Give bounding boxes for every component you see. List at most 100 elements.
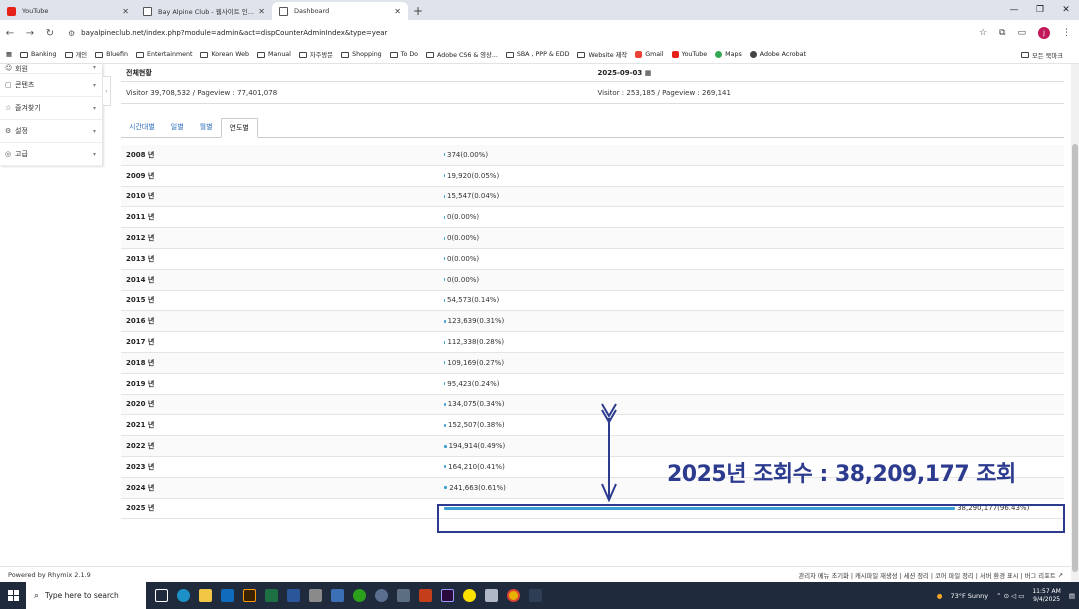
file-explorer-icon[interactable] <box>194 582 216 609</box>
chrome-icon[interactable] <box>502 582 524 609</box>
close-window-icon[interactable]: ✕ <box>1053 0 1079 20</box>
bookmark-shopping[interactable]: Shopping <box>341 51 382 58</box>
browser-tab-bay-alpine[interactable]: Bay Alpine Club - 웹사이트 인... ✕ <box>136 2 272 20</box>
year-value-text: 134,075(0.34%) <box>447 400 505 409</box>
premiere-icon[interactable] <box>436 582 458 609</box>
close-icon[interactable]: ✕ <box>122 7 129 16</box>
bookmark-star-icon[interactable]: ☆ <box>979 28 987 38</box>
app-icon[interactable] <box>524 582 546 609</box>
bookmark-personal[interactable]: 개인 <box>64 50 87 59</box>
powered-by-text: Powered by Rhymix 2.1.9 <box>8 570 91 579</box>
tab-daily[interactable]: 일별 <box>163 117 192 137</box>
sidebar-item-advanced[interactable]: ◎ 고급 ▾ <box>0 143 102 166</box>
year-value: 123,639(0.31%) <box>444 317 504 325</box>
all-bookmarks[interactable]: 모든 북마크 <box>1021 46 1063 64</box>
year-value: 194,914(0.49%) <box>444 442 505 450</box>
task-view-icon[interactable] <box>150 582 172 609</box>
calendar-icon[interactable]: ▦ <box>645 69 652 77</box>
folder-icon <box>389 51 398 58</box>
year-value: 152,507(0.38%) <box>444 421 505 429</box>
scrollbar-thumb[interactable] <box>1072 144 1078 572</box>
minimize-icon[interactable]: — <box>1001 0 1027 20</box>
close-icon[interactable]: ✕ <box>394 7 401 16</box>
forward-icon[interactable]: → <box>20 28 40 39</box>
back-icon[interactable]: ← <box>0 28 20 39</box>
kakaotalk-icon[interactable] <box>458 582 480 609</box>
illustrator-icon[interactable] <box>238 582 260 609</box>
year-value-text: 164,210(0.41%) <box>448 462 505 471</box>
sidebar-item-content[interactable]: ▢ 콘텐츠 ▾ <box>0 74 102 97</box>
reload-icon[interactable]: ↻ <box>40 28 60 39</box>
excel-icon[interactable] <box>260 582 282 609</box>
bookmark-manual[interactable]: Manual <box>257 51 291 58</box>
powerpoint-icon[interactable] <box>414 582 436 609</box>
bookmark-frequent[interactable]: 자주방문 <box>298 50 333 59</box>
apps-grid-icon[interactable]: ▦ <box>6 51 12 58</box>
bookmark-gmail[interactable]: Gmail <box>635 51 664 58</box>
word-icon[interactable] <box>282 582 304 609</box>
bookmark-youtube[interactable]: YouTube <box>671 51 707 58</box>
year-value-text: 194,914(0.49%) <box>448 442 506 451</box>
sidebar-item-settings[interactable]: ⚙ 설정 ▾ <box>0 120 102 143</box>
menu-kebab-icon[interactable]: ⋮ <box>1062 28 1071 38</box>
extensions-icon[interactable]: ⧉ <box>999 28 1005 38</box>
bookmark-sba[interactable]: SBA , PPP & EDD <box>505 51 569 58</box>
folder-icon <box>136 51 145 58</box>
close-icon[interactable]: ✕ <box>258 7 265 16</box>
profile-avatar[interactable]: J <box>1038 27 1050 39</box>
weather-text[interactable]: 73°F Sunny <box>950 592 988 600</box>
summary-header: 전체현황 2025-09-03 ▦ <box>121 64 1064 82</box>
windows-start-icon[interactable] <box>0 582 26 609</box>
annotation-highlight-box <box>437 504 1065 533</box>
edge-icon[interactable] <box>172 582 194 609</box>
split-view-icon[interactable]: ▭ <box>1017 28 1026 38</box>
quickbooks-icon[interactable] <box>348 582 370 609</box>
sidebar-item-favorites[interactable]: ☆ 즐겨찾기 ▾ <box>0 97 102 120</box>
new-tab-button[interactable]: + <box>408 2 428 20</box>
bookmark-banking[interactable]: Banking <box>19 51 57 58</box>
content-icon: ▢ <box>5 81 12 89</box>
weather-icon: ● <box>936 591 943 600</box>
app-icon[interactable] <box>480 582 502 609</box>
tab-hourly[interactable]: 시간대별 <box>121 117 163 137</box>
summary-date: 2025-09-03 ▦ <box>597 68 652 77</box>
url-field[interactable]: ⚙ bayalpineclub.net/index.php?module=adm… <box>68 29 387 38</box>
app-circle-icon[interactable] <box>370 582 392 609</box>
tab-yearly[interactable]: 연도별 <box>220 118 258 138</box>
year-value: 95,423(0.24%) <box>444 380 499 388</box>
restore-icon[interactable]: ❐ <box>1027 0 1053 20</box>
bookmark-adobe-cs6[interactable]: Adobe CS6 & 영상... <box>426 50 498 59</box>
sidebar-collapse-handle[interactable]: ‹ <box>103 76 111 106</box>
bookmark-website[interactable]: Website 제작 <box>577 50 627 59</box>
site-info-icon[interactable]: ⚙ <box>68 29 75 38</box>
period-tabs: 시간대별 일별 월별 연도별 <box>121 116 1064 138</box>
media-icon[interactable] <box>326 582 348 609</box>
bookmark-todo[interactable]: To Do <box>389 51 418 58</box>
year-value: 109,169(0.27%) <box>444 359 504 367</box>
bookmark-acrobat[interactable]: Adobe Acrobat <box>749 51 806 58</box>
year-label: 2010 년 <box>126 192 155 201</box>
bookmark-bluefin[interactable]: Bluefin <box>95 51 128 58</box>
calculator-icon[interactable] <box>392 582 414 609</box>
bookmark-maps[interactable]: Maps <box>715 51 742 58</box>
taskbar-search-input[interactable]: ⌕ Type here to search <box>26 582 146 609</box>
year-label: 2015 년 <box>126 296 155 305</box>
tab-title: Bay Alpine Club - 웹사이트 인... <box>158 8 254 16</box>
sidebar-item-members[interactable]: ☺ 회원 ▾ <box>0 64 102 74</box>
notification-icon[interactable]: ▤ <box>1069 592 1075 600</box>
clock[interactable]: 11:57 AM 9/4/2025 <box>1032 588 1060 604</box>
tab-monthly[interactable]: 월별 <box>192 117 221 137</box>
app-icon[interactable] <box>304 582 326 609</box>
year-label: 2019 년 <box>126 379 155 388</box>
bookmark-korean-web[interactable]: Korean Web <box>200 51 249 58</box>
footer-admin-links[interactable]: 관리자 메뉴 초기화 | 캐시파일 재생성 | 세션 정리 | 코어 파일 정리… <box>799 567 1064 583</box>
page-scrollbar[interactable] <box>1071 64 1079 582</box>
browser-tab-dashboard[interactable]: Dashboard ✕ <box>272 2 408 20</box>
taskbar-apps <box>150 582 546 609</box>
outlook-icon[interactable] <box>216 582 238 609</box>
bookmark-entertainment[interactable]: Entertainment <box>136 51 192 58</box>
annotation-arrow-icon <box>601 403 617 503</box>
tray-icons[interactable]: ⌃ ⊙ ◁ ▭ <box>996 592 1024 600</box>
browser-tab-youtube[interactable]: YouTube ✕ <box>0 2 136 20</box>
year-value-text: 0(0.00%) <box>447 213 480 222</box>
